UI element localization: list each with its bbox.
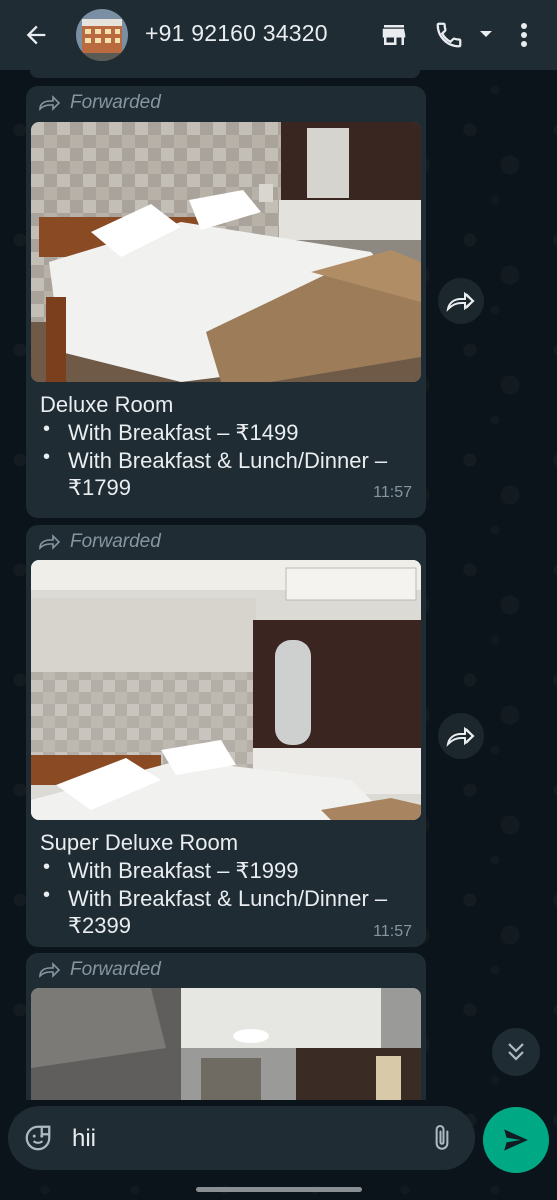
send-button[interactable] [483, 1107, 549, 1173]
room-title: Super Deluxe Room [40, 830, 239, 855]
message-bubble[interactable]: Forwarded [26, 953, 426, 1100]
message-time: 11:57 [373, 484, 412, 501]
forwarded-icon [39, 95, 60, 111]
forwarded-text: Forwarded [70, 531, 161, 552]
list-item-text: With Breakfast – ₹1499 [68, 420, 299, 445]
forwarded-icon [39, 534, 60, 550]
more-icon[interactable] [512, 17, 536, 53]
sticker-icon[interactable] [22, 1122, 54, 1154]
room-photo[interactable] [31, 122, 421, 382]
list-item-text: ₹2399 [68, 913, 131, 938]
back-arrow-icon[interactable] [18, 17, 54, 53]
room-photo[interactable] [31, 988, 421, 1100]
forward-button[interactable] [438, 713, 484, 759]
list-item-text: ₹1799 [68, 475, 131, 500]
list-item-text: With Breakfast & Lunch/Dinner – [68, 448, 388, 473]
previous-message-edge [30, 70, 420, 78]
message-time: 11:57 [373, 923, 412, 940]
chat-header: +91 92160 34320 [0, 0, 557, 70]
avatar[interactable] [76, 9, 128, 61]
call-icon[interactable] [432, 19, 466, 51]
contact-name[interactable]: +91 92160 34320 [145, 20, 328, 47]
double-chevron-down-icon [508, 1043, 524, 1061]
list-item-text: With Breakfast – ₹1999 [68, 858, 299, 883]
share-arrow-icon [446, 291, 475, 312]
forwarded-text: Forwarded [70, 92, 161, 113]
message-input[interactable] [70, 1122, 414, 1156]
forwarded-icon [39, 962, 60, 978]
home-indicator [196, 1187, 362, 1192]
room-photo[interactable] [31, 560, 421, 820]
scroll-to-bottom-button[interactable] [492, 1028, 540, 1076]
forwarded-text: Forwarded [70, 959, 161, 980]
dropdown-icon[interactable] [476, 24, 496, 44]
share-arrow-icon [446, 726, 475, 747]
chat-area[interactable]: Forwarded Deluxe Room • With Breakfast –… [0, 70, 557, 1100]
message-composer [8, 1106, 475, 1170]
room-title: Deluxe Room [40, 392, 174, 417]
shop-icon[interactable] [378, 19, 410, 51]
message-bubble[interactable]: Forwarded [26, 525, 426, 947]
forwarded-label: Forwarded [38, 959, 161, 981]
forwarded-label: Forwarded [38, 531, 161, 553]
send-icon [504, 1129, 528, 1151]
forwarded-label: Forwarded [38, 92, 161, 114]
forward-button[interactable] [438, 278, 484, 324]
list-item-text: With Breakfast & Lunch/Dinner – [68, 886, 388, 911]
message-bubble[interactable]: Forwarded [26, 86, 426, 518]
attach-icon[interactable] [426, 1122, 458, 1154]
